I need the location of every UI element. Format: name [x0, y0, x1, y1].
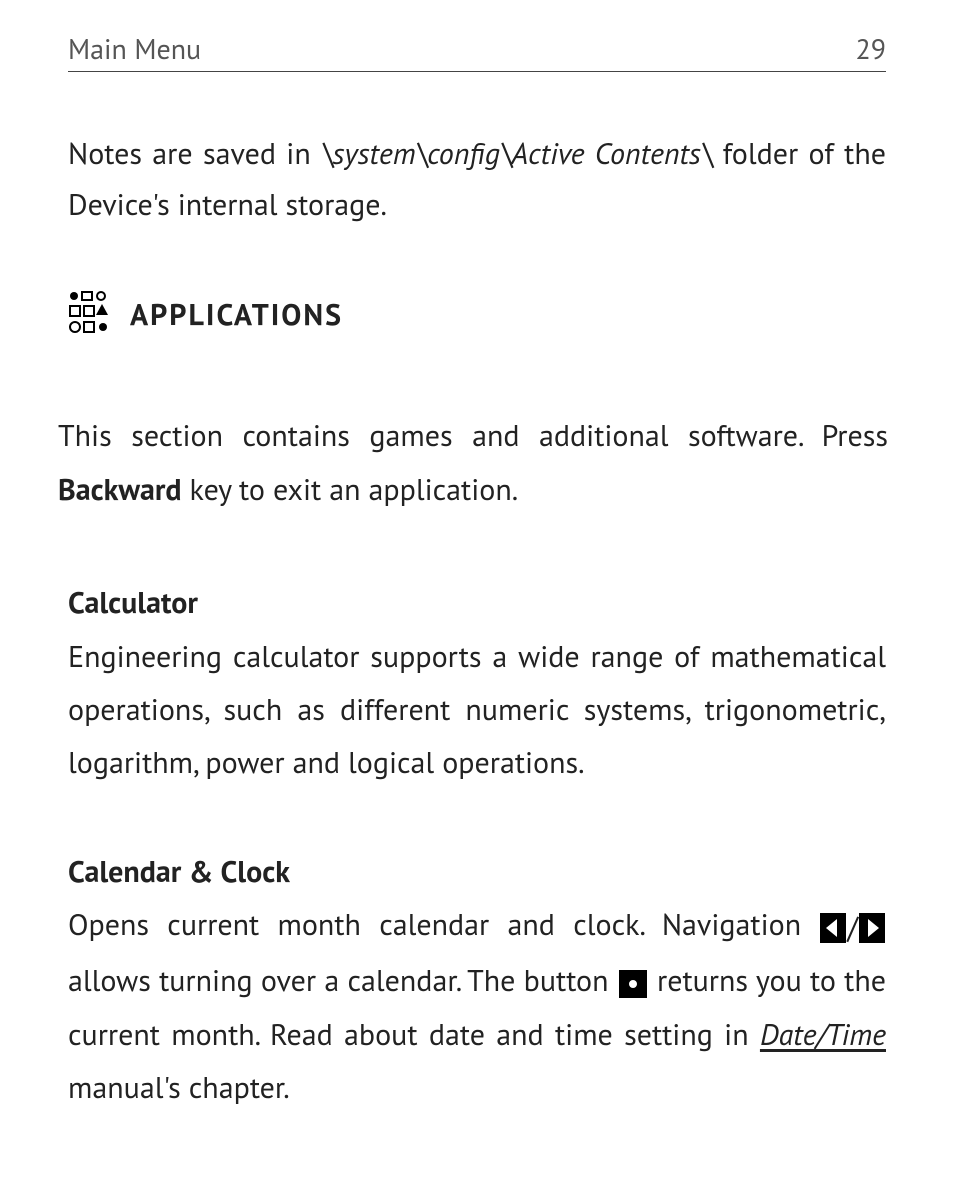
calendar-clock-section: Calendar & Clock Opens current month cal… — [68, 846, 886, 1115]
calendar-body-pre: Opens current month calendar and clock. … — [68, 905, 819, 944]
nav-left-icon — [820, 913, 846, 943]
applications-icon — [68, 290, 112, 339]
calendar-body: Opens current month calendar and clock. … — [68, 898, 886, 1114]
applications-heading-text: APPLICATIONS — [130, 295, 343, 334]
backward-key-label: Backward — [58, 470, 182, 509]
calculator-section: Calculator Engineering calculator suppor… — [68, 577, 886, 790]
path-text: \system\config\Active Contents\ — [321, 134, 712, 173]
date-time-link[interactable]: Date/Time — [760, 1015, 886, 1054]
page-number: 29 — [855, 30, 886, 67]
page-header: Main Menu 29 — [68, 30, 886, 72]
calendar-body-post2: manual's chapter. — [68, 1068, 290, 1107]
desc-post: key to exit an application. — [182, 470, 519, 509]
intro-pre-text: Notes are saved in — [68, 134, 321, 173]
notes-path-paragraph: Notes are saved in \system\config\Active… — [68, 128, 886, 230]
calculator-body: Engineering calculator supports a wide r… — [68, 630, 886, 790]
desc-pre: This section contains games and addition… — [58, 416, 888, 455]
calendar-title: Calendar & Clock — [68, 846, 886, 899]
applications-heading: APPLICATIONS — [68, 290, 886, 339]
center-button-icon — [619, 970, 647, 998]
applications-description: This section contains games and addition… — [58, 409, 888, 517]
header-title: Main Menu — [68, 30, 201, 67]
calculator-title: Calculator — [68, 577, 886, 630]
nav-right-icon — [859, 913, 885, 943]
calendar-body-mid: allows turning over a calendar. The butt… — [68, 961, 617, 1000]
slash-text: / — [847, 908, 858, 947]
